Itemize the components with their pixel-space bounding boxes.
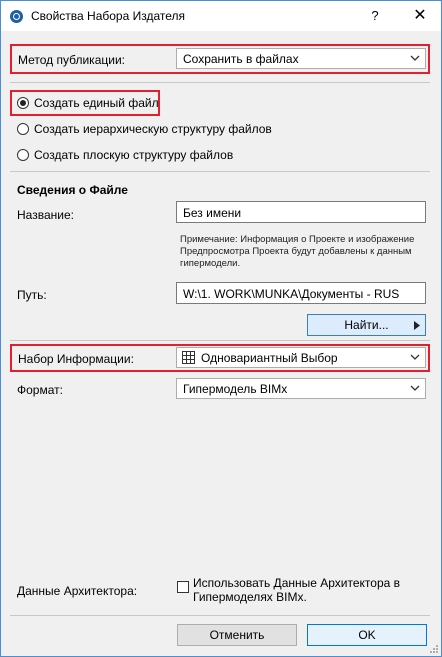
divider [10, 340, 430, 341]
chevron-down-icon [410, 55, 420, 61]
window-title: Свойства Набора Издателя [31, 9, 186, 23]
divider [10, 615, 430, 616]
divider [10, 82, 430, 83]
publisher-set-properties-dialog: Свойства Набора Издателя ? ✕ Метод публи… [0, 0, 442, 657]
radio-unselected-icon[interactable] [17, 149, 29, 161]
cancel-button[interactable]: Отменить [177, 624, 297, 646]
close-button[interactable]: ✕ [399, 1, 441, 31]
find-button-label: Найти... [344, 318, 389, 332]
name-value: Без имени [183, 206, 242, 220]
info-set-label: Набор Информации: [18, 352, 134, 366]
format-value: Гипермодель BIMx [183, 382, 288, 396]
publish-method-value: Сохранить в файлах [183, 52, 299, 66]
find-button[interactable]: Найти... [307, 314, 426, 336]
info-note: Примечание: Информация о Проекте и изобр… [180, 234, 415, 269]
format-dropdown[interactable]: Гипермодель BIMx [176, 378, 426, 399]
triangle-right-icon [414, 321, 420, 330]
format-label: Формат: [17, 383, 63, 397]
divider [10, 171, 430, 172]
radio-label: Создать плоскую структуру файлов [34, 148, 234, 162]
help-button[interactable]: ? [357, 1, 393, 31]
path-label: Путь: [17, 288, 47, 302]
checkbox-box[interactable] [177, 581, 189, 593]
info-set-value: Одновариантный Выбор [201, 351, 338, 365]
name-field[interactable]: Без имени [176, 201, 426, 223]
radio-label: Создать иерархическую структуру файлов [34, 122, 272, 136]
ok-button[interactable]: OK [307, 624, 427, 646]
title-bar: Свойства Набора Издателя ? ✕ [1, 1, 441, 31]
file-info-heading: Сведения о Файле [17, 183, 128, 197]
checkbox-label: Использовать Данные Архитектора в Гиперм… [193, 576, 401, 604]
architect-data-label: Данные Архитектора: [17, 584, 138, 598]
archicad-app-icon [10, 10, 23, 23]
publish-method-label: Метод публикации: [18, 53, 125, 67]
path-field[interactable]: W:\1. WORK\MUNKA\Документы - RUS [176, 282, 426, 304]
path-value: W:\1. WORK\MUNKA\Документы - RUS [183, 287, 400, 301]
radio-label: Создать единый файл [34, 96, 159, 110]
chevron-down-icon [410, 385, 420, 391]
publish-method-dropdown[interactable]: Сохранить в файлах [176, 48, 426, 69]
radio-selected-icon[interactable] [17, 97, 29, 109]
chevron-down-icon [410, 354, 420, 360]
grid-table-icon [182, 351, 195, 364]
radio-unselected-icon[interactable] [17, 123, 29, 135]
resize-grip-icon[interactable] [429, 644, 439, 654]
info-set-dropdown[interactable]: Одновариантный Выбор [176, 347, 426, 368]
name-label: Название: [17, 208, 74, 222]
